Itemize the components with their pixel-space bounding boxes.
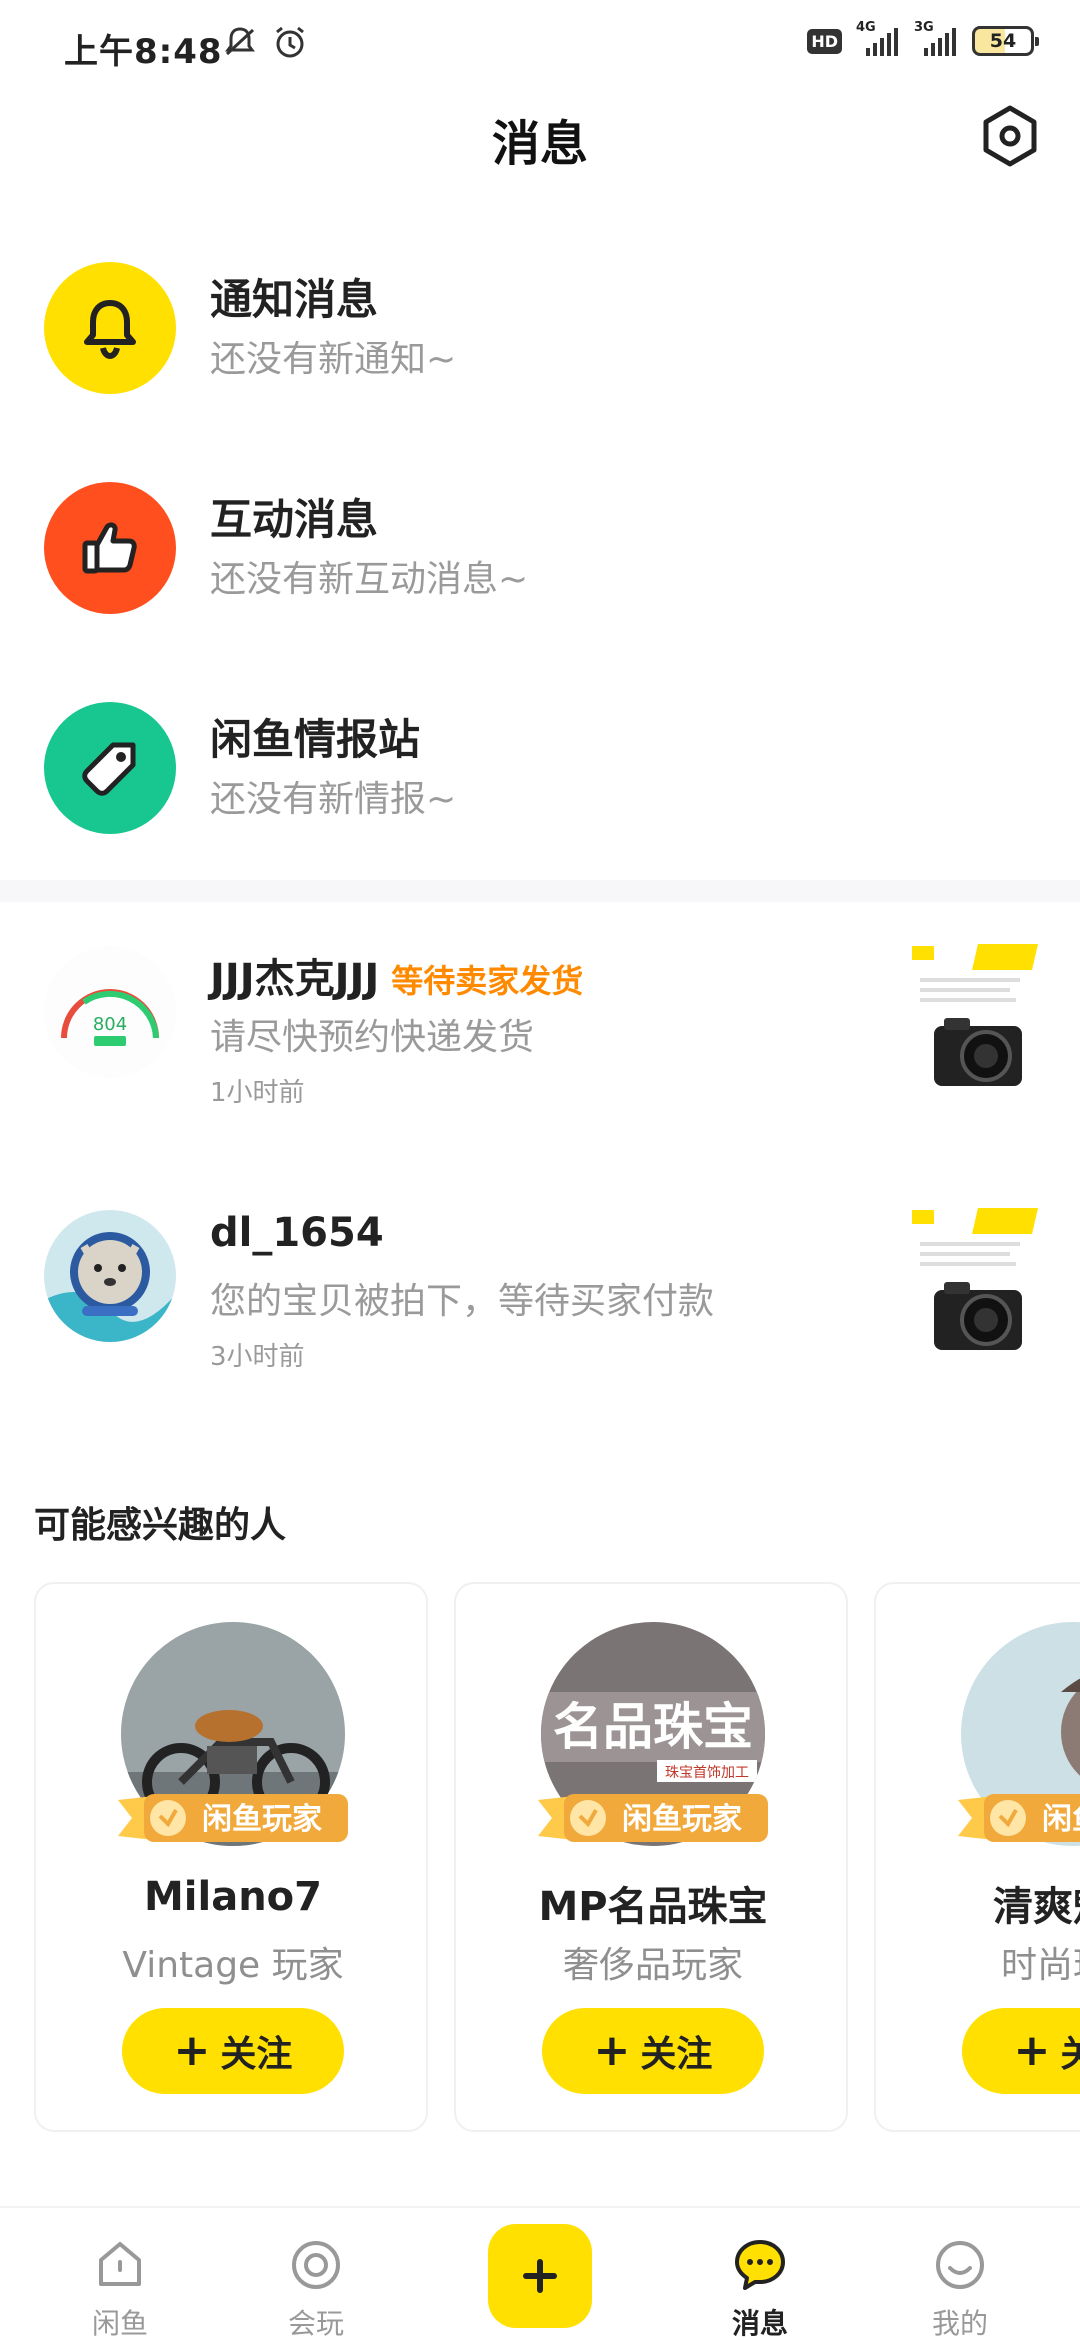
svg-text:闲鱼玩家: 闲鱼玩家 — [202, 1802, 322, 1837]
system-row-subtitle: 还没有新通知~ — [210, 339, 457, 380]
avatar — [44, 1210, 176, 1342]
system-row-subtitle: 还没有新互动消息~ — [210, 559, 529, 600]
signal-4g-icon: 4G — [856, 20, 900, 56]
thumbs-up-icon — [44, 482, 176, 614]
signal-3g-icon: 3G — [914, 20, 958, 56]
plus-icon: + — [593, 2025, 631, 2076]
svg-text:闲鱼玩家: 闲鱼玩家 — [622, 1802, 742, 1837]
card-name: 清爽魅力 — [993, 1884, 1080, 1930]
chat-name: dl_1654 — [210, 1210, 384, 1256]
card-subtitle: 奢侈品玩家 — [562, 1945, 743, 1986]
section-divider — [0, 880, 1080, 902]
avatar: 804 — [44, 946, 176, 1078]
settings-button[interactable] — [978, 104, 1042, 168]
card-name: MP名品珠宝 — [538, 1884, 768, 1930]
bell-muted-icon — [225, 27, 255, 56]
nav-label: 消息 — [731, 2307, 788, 2340]
player-badge: 闲鱼玩家 — [538, 1794, 768, 1842]
status-bar: 上午8:48 HD 4G 3G 54 — [0, 0, 1080, 92]
follow-button[interactable]: + 关注 — [962, 2008, 1080, 2094]
system-row-title: 闲鱼情报站 — [210, 715, 421, 764]
hd-badge: HD — [807, 28, 842, 54]
svg-text:闲鱼玩家: 闲鱼玩家 — [1042, 1802, 1080, 1837]
status-time: 上午8:48 — [64, 32, 223, 72]
svg-text:804: 804 — [93, 1014, 127, 1035]
svg-text:珠宝首饰加工: 珠宝首饰加工 — [665, 1765, 749, 1781]
tag-icon — [44, 702, 176, 834]
card-subtitle: Vintage 玩家 — [122, 1945, 344, 1986]
section-title: 可能感兴趣的人 — [34, 1505, 287, 1546]
card-name: Milano7 — [143, 1874, 322, 1920]
chat-item[interactable]: dl_1654 您的宝贝被拍下，等待买家付款 3小时前 — [0, 1180, 1080, 1400]
page-title: 消息 — [491, 116, 588, 172]
home-icon — [99, 2242, 141, 2286]
chat-name: JJJ杰克JJJ 等待卖家发货 — [210, 956, 584, 1002]
nav-item-me[interactable]: 我的 — [880, 2208, 1040, 2340]
chat-message: 您的宝贝被拍下，等待买家付款 — [210, 1281, 715, 1322]
player-badge: 闲鱼玩家 — [118, 1794, 348, 1842]
system-row-title: 互动消息 — [210, 495, 379, 544]
plus-icon — [523, 2259, 557, 2293]
circle-icon — [292, 2241, 340, 2289]
player-badge: 闲鱼玩家 — [958, 1794, 1080, 1842]
product-thumbnail — [908, 1198, 1040, 1362]
status-icons-right: HD 4G 3G 54 — [807, 20, 1039, 56]
smile-icon — [936, 2241, 984, 2289]
bottom-nav: 闲鱼 会玩 消息 我的 — [0, 2206, 1080, 2340]
message-icon — [735, 2240, 785, 2290]
settings-hexagon-icon — [983, 105, 1037, 167]
nav-item-home[interactable]: 闲鱼 — [40, 2208, 200, 2340]
order-status-tag: 等待卖家发货 — [391, 962, 584, 1000]
chat-time: 1小时前 — [210, 1078, 305, 1108]
system-row-notifications[interactable]: 通知消息 还没有新通知~ — [0, 220, 1080, 400]
suggestion-card[interactable]: 闲鱼玩家 Milano7 Vintage 玩家 + 关注 — [34, 1582, 428, 2132]
alarm-icon — [276, 26, 304, 58]
plus-icon: + — [1013, 2025, 1051, 2076]
bell-icon — [44, 262, 176, 394]
nav-item-play[interactable]: 会玩 — [236, 2208, 396, 2340]
chat-item[interactable]: 804 JJJ杰克JJJ 等待卖家发货 请尽快预约快递发货 1小时前 — [0, 916, 1080, 1136]
suggestion-card[interactable]: 名品珠宝 珠宝首饰加工 闲鱼玩家 MP名品珠宝 奢侈品玩家 + 关注 — [454, 1582, 848, 2132]
chat-message: 请尽快预约快递发货 — [210, 1017, 535, 1058]
plus-icon: + — [173, 2025, 211, 2076]
system-row-subtitle: 还没有新情报~ — [210, 779, 457, 820]
nav-label: 闲鱼 — [91, 2307, 148, 2340]
nav-item-messages[interactable]: 消息 — [680, 2208, 840, 2340]
battery-indicator: 54 — [972, 26, 1039, 56]
product-thumbnail — [908, 934, 1040, 1098]
system-row-interactions[interactable]: 互动消息 还没有新互动消息~ — [0, 440, 1080, 620]
suggestion-card[interactable]: 闲鱼玩家 清爽魅力 时尚玩家 + 关注 — [874, 1582, 1080, 2132]
follow-button[interactable]: + 关注 — [122, 2008, 344, 2094]
nav-label: 我的 — [931, 2307, 988, 2340]
status-icons-left — [222, 24, 308, 60]
system-row-intel[interactable]: 闲鱼情报站 还没有新情报~ — [0, 660, 1080, 840]
nav-label: 会玩 — [287, 2307, 344, 2340]
svg-text:名品珠宝: 名品珠宝 — [553, 1698, 753, 1756]
card-subtitle: 时尚玩家 — [1000, 1945, 1080, 1986]
suggestion-carousel[interactable]: 闲鱼玩家 Milano7 Vintage 玩家 + 关注 名品珠宝 珠宝首饰加工… — [34, 1582, 1080, 2132]
follow-button[interactable]: + 关注 — [542, 2008, 764, 2094]
chat-time: 3小时前 — [210, 1342, 305, 1372]
publish-button[interactable] — [488, 2224, 592, 2328]
system-row-title: 通知消息 — [210, 275, 379, 324]
